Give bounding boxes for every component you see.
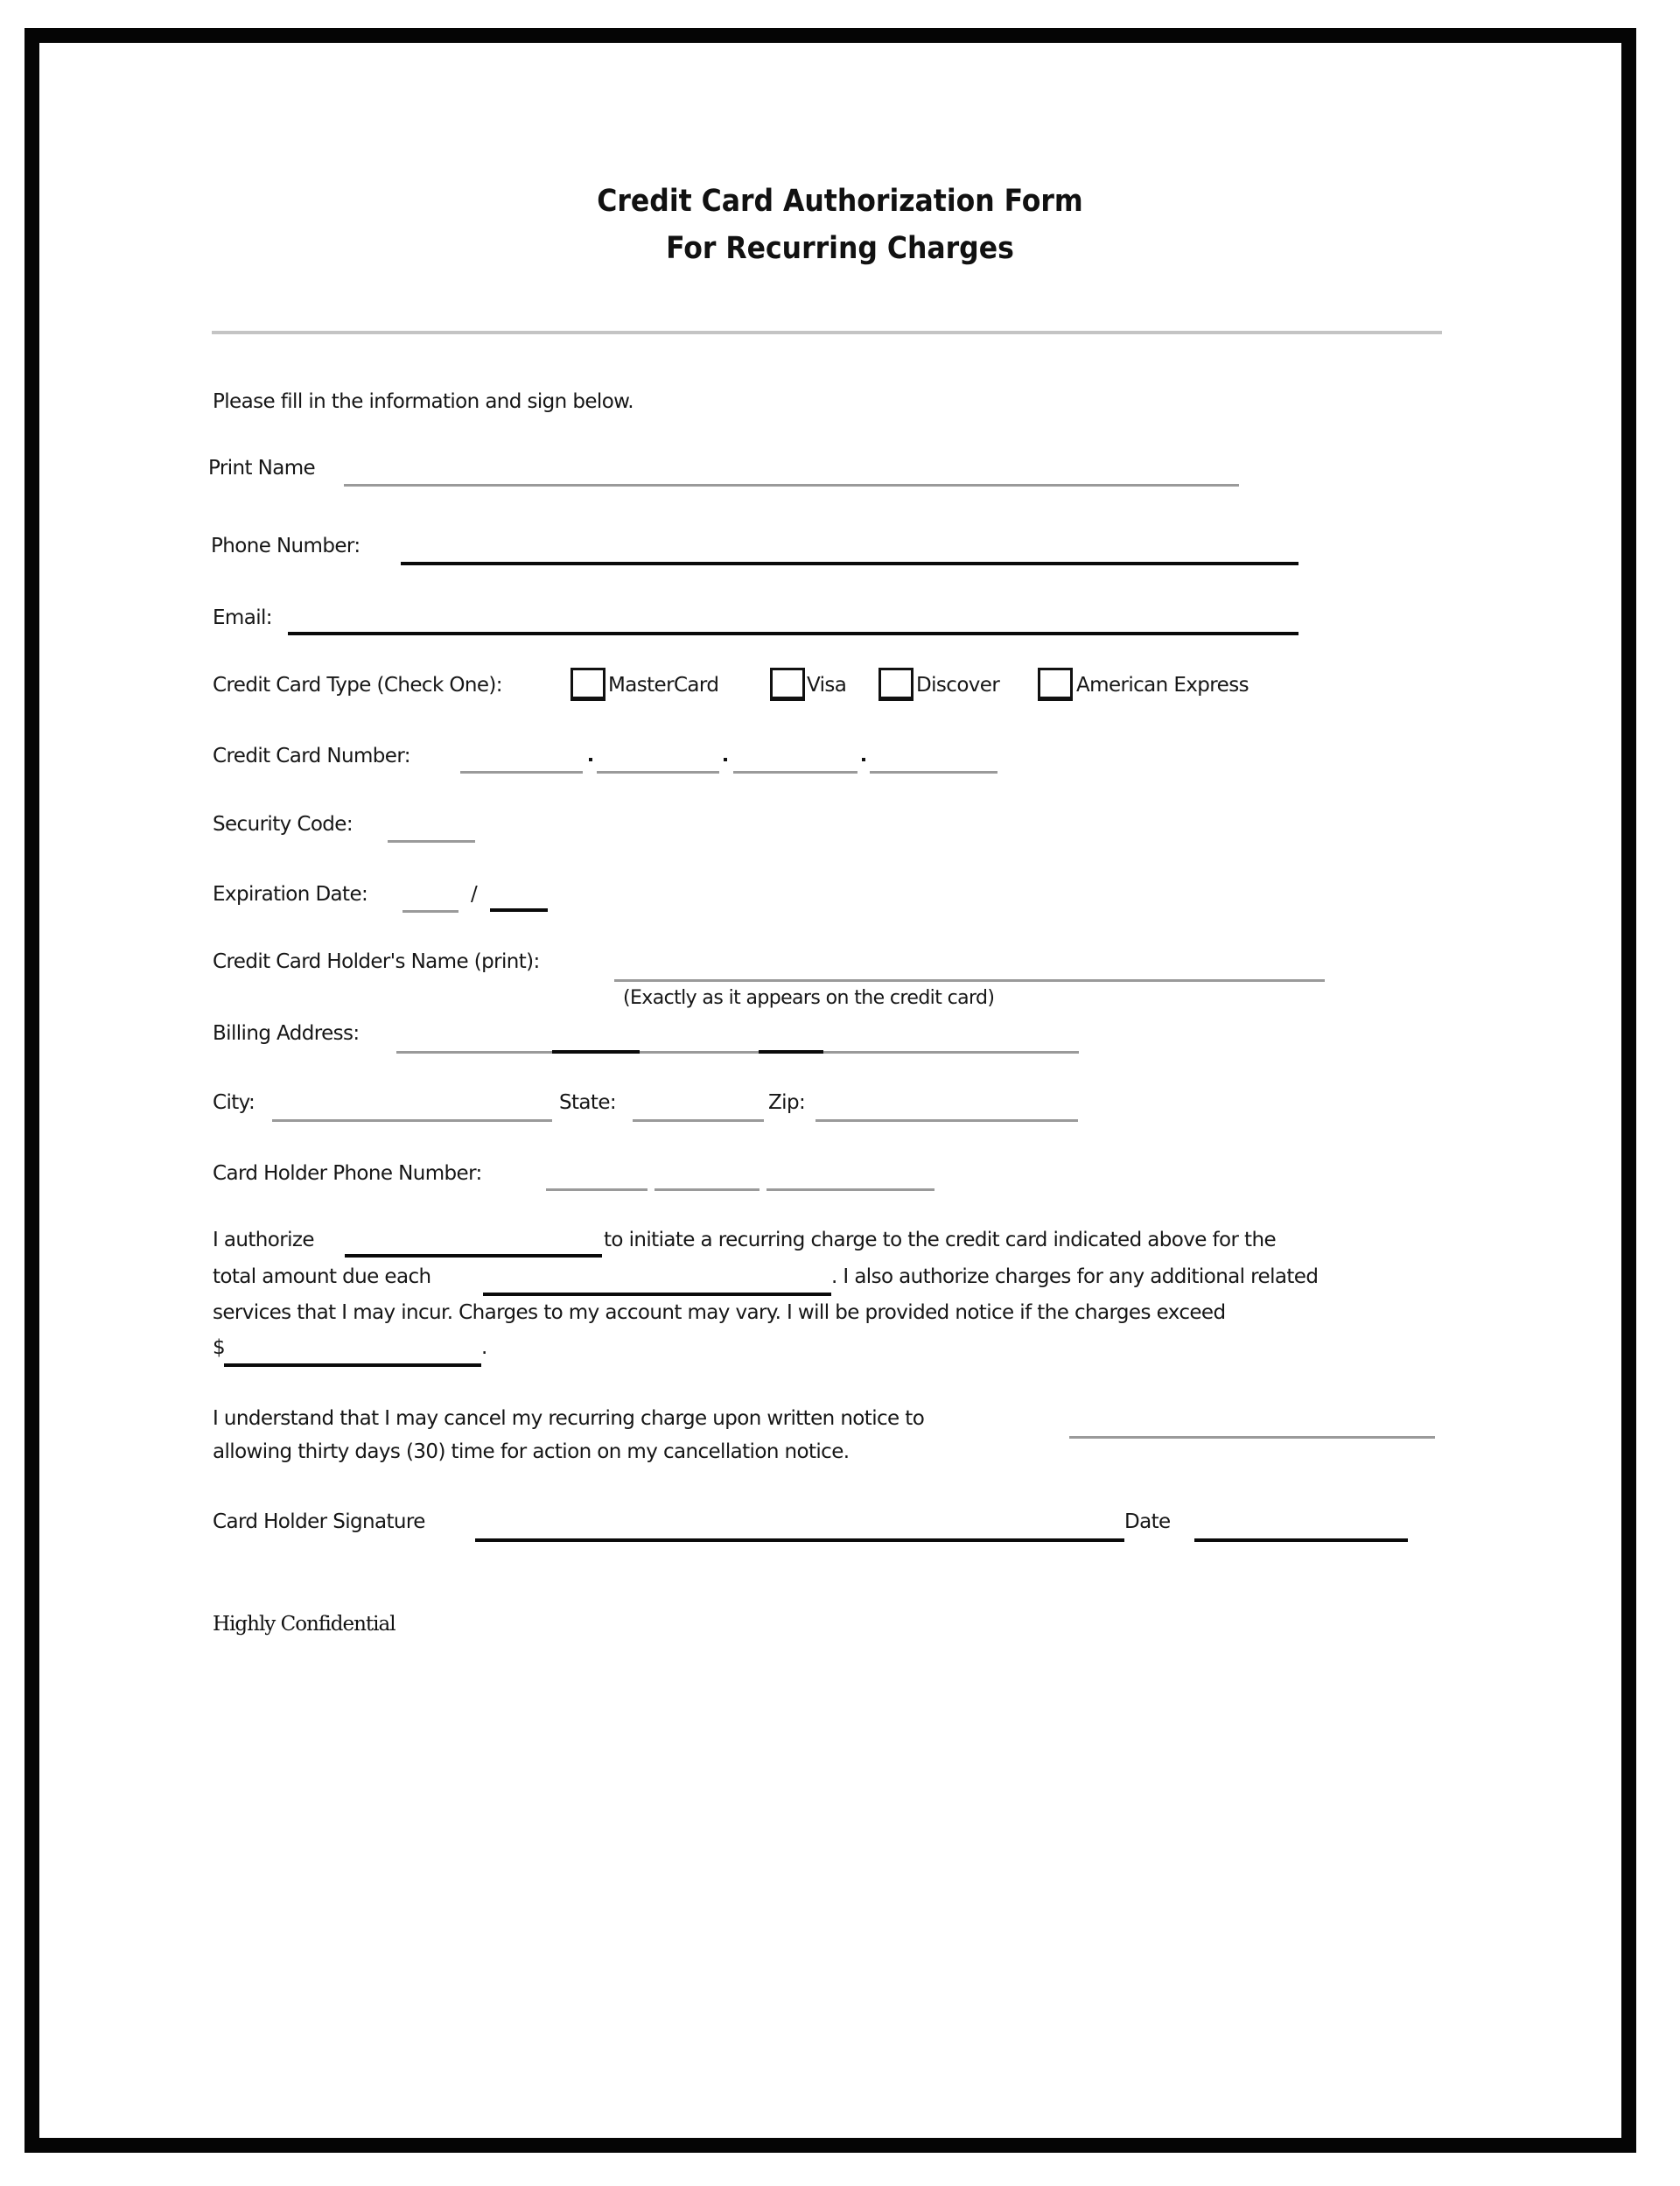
city-field[interactable] — [272, 1119, 552, 1122]
card-number-separator — [589, 758, 592, 761]
signature-label: Card Holder Signature — [213, 1510, 425, 1533]
form-subtitle: For Recurring Charges — [666, 231, 1014, 266]
mastercard-checkbox[interactable] — [570, 668, 606, 701]
zip-label: Zip: — [768, 1091, 806, 1114]
card-number-separator — [862, 758, 865, 761]
expiration-date-label: Expiration Date: — [213, 883, 368, 906]
date-field[interactable] — [1194, 1538, 1408, 1542]
card-number-group-4[interactable] — [870, 771, 998, 774]
american-express-checkbox[interactable] — [1038, 668, 1073, 701]
security-code-label: Security Code: — [213, 813, 354, 836]
expiration-year-field[interactable] — [490, 908, 548, 912]
authorize-text-1a: I authorize — [213, 1229, 315, 1251]
email-label: Email: — [213, 606, 273, 629]
billing-period-field[interactable] — [483, 1293, 831, 1296]
holder-name-label: Credit Card Holder's Name (print): — [213, 950, 540, 973]
holder-phone-label: Card Holder Phone Number: — [213, 1162, 482, 1185]
phone-number-label: Phone Number: — [211, 535, 360, 557]
date-label: Date — [1124, 1510, 1171, 1533]
authorize-text-3: services that I may incur. Charges to my… — [213, 1301, 1226, 1324]
holder-phone-line[interactable] — [766, 1188, 934, 1191]
email-field[interactable] — [288, 632, 1298, 635]
card-number-group-3[interactable] — [733, 771, 858, 774]
discover-label: Discover — [916, 674, 1000, 697]
header-divider — [212, 331, 1442, 334]
authorize-text-2b: . I also authorize charges for any addit… — [831, 1265, 1319, 1288]
cancellation-text-1: I understand that I may cancel my recurr… — [213, 1407, 925, 1430]
city-label: City: — [213, 1091, 256, 1114]
card-number-label: Credit Card Number: — [213, 745, 411, 767]
authorize-text-4a: $ — [213, 1336, 226, 1359]
visa-label: Visa — [807, 674, 847, 697]
card-number-group-2[interactable] — [597, 771, 719, 774]
billing-address-field[interactable] — [396, 1051, 1079, 1054]
expiration-separator: / — [471, 883, 478, 906]
cancellation-text-2: allowing thirty days (30) time for actio… — [213, 1440, 850, 1463]
american-express-label: American Express — [1076, 674, 1250, 697]
form-title: Credit Card Authorization Form — [597, 184, 1083, 219]
card-number-group-1[interactable] — [460, 771, 583, 774]
confidentiality-footer: Highly Confidential — [213, 1613, 396, 1636]
print-name-label: Print Name — [208, 457, 316, 480]
visa-checkbox[interactable] — [770, 668, 805, 701]
billing-address-segment — [759, 1050, 823, 1054]
signature-field[interactable] — [475, 1538, 1124, 1542]
holder-name-field[interactable] — [614, 979, 1325, 982]
expiration-month-field[interactable] — [402, 910, 458, 913]
print-name-field[interactable] — [344, 484, 1239, 487]
authorize-text-2a: total amount due each — [213, 1265, 431, 1288]
discover-checkbox[interactable] — [878, 668, 914, 701]
state-field[interactable] — [633, 1119, 764, 1122]
card-number-separator — [724, 758, 727, 761]
zip-field[interactable] — [816, 1119, 1078, 1122]
phone-number-field[interactable] — [401, 562, 1298, 565]
charge-limit-field[interactable] — [224, 1363, 481, 1367]
billing-address-label: Billing Address: — [213, 1022, 360, 1045]
holder-phone-area[interactable] — [546, 1188, 648, 1191]
holder-phone-prefix[interactable] — [654, 1188, 760, 1191]
instruction-text: Please fill in the information and sign … — [213, 390, 634, 413]
cancellation-notice-recipient-field[interactable] — [1069, 1436, 1435, 1439]
authorized-merchant-field[interactable] — [345, 1254, 602, 1258]
security-code-field[interactable] — [388, 840, 475, 843]
authorize-text-1b: to initiate a recurring charge to the cr… — [604, 1229, 1277, 1251]
mastercard-label: MasterCard — [608, 674, 719, 697]
state-label: State: — [559, 1091, 617, 1114]
card-type-label: Credit Card Type (Check One): — [213, 674, 503, 697]
holder-name-note: (Exactly as it appears on the credit car… — [623, 987, 995, 1009]
authorize-text-4b: . — [481, 1336, 487, 1359]
page-border-frame — [24, 28, 1636, 2153]
billing-address-segment — [552, 1050, 640, 1054]
